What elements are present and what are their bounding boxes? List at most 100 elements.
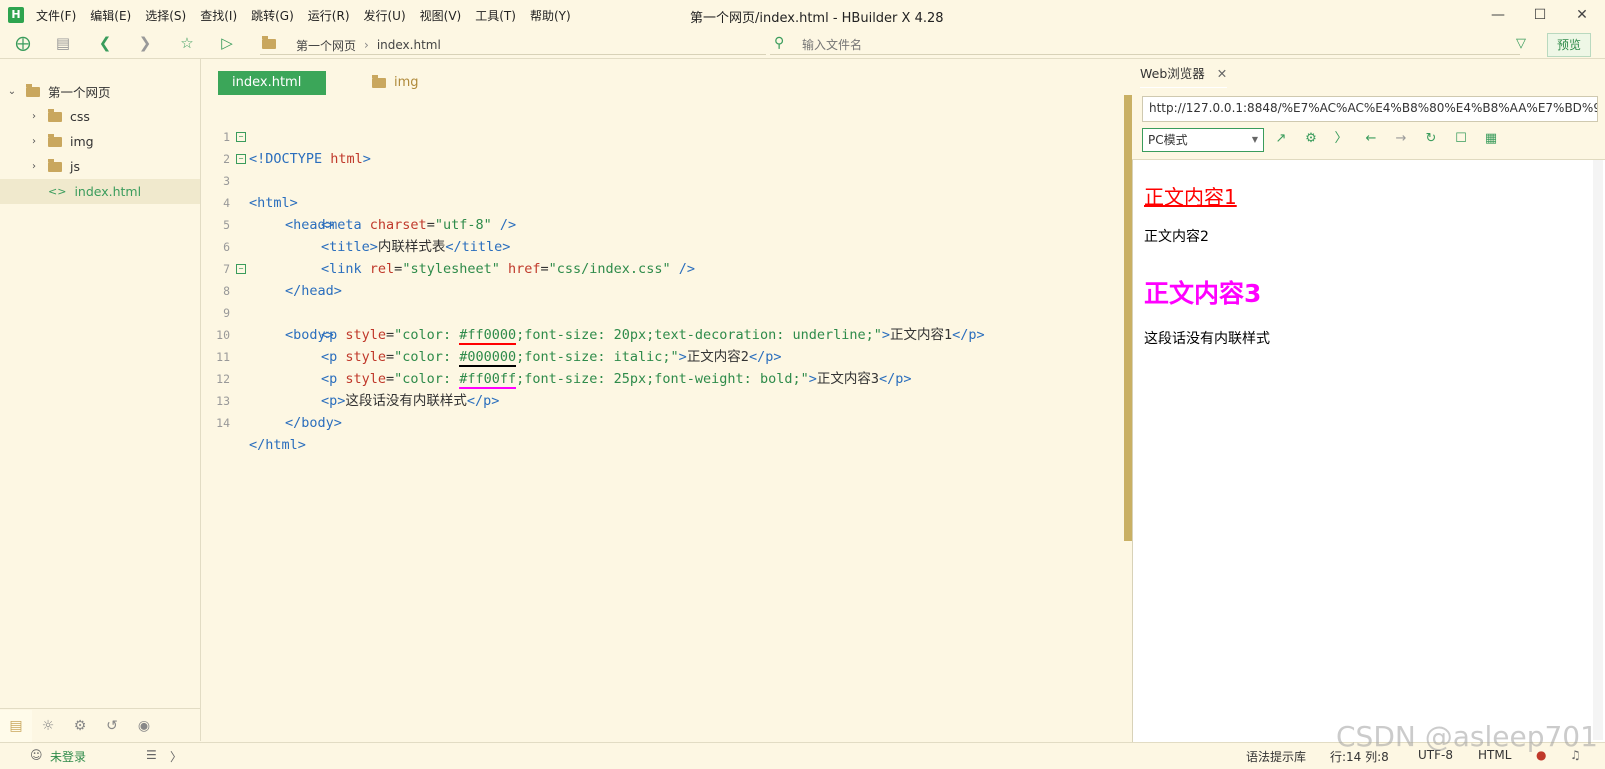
fold-toggle-icon[interactable]: − <box>236 132 246 142</box>
search-icon: ⚲ <box>774 35 785 51</box>
save-icon[interactable]: ▤ <box>54 34 72 52</box>
menu-run[interactable]: 运行(R) <box>308 7 350 24</box>
close-icon[interactable]: ✕ <box>1217 61 1227 87</box>
watermark: CSDN @asleep701 <box>1336 720 1598 753</box>
git-icon[interactable]: ↺ <box>96 710 128 742</box>
sidebar-item-js[interactable]: › js <box>0 154 200 179</box>
menu-publish[interactable]: 发行(U) <box>364 7 406 24</box>
code-line: 12 <p>这段话没有内联样式</p> <box>200 346 1125 409</box>
sidebar-item-label: index.html <box>74 184 142 199</box>
refresh-icon[interactable]: ↻ <box>1422 130 1440 148</box>
window-title: 第一个网页/index.html - HBuilder X 4.28 <box>690 11 944 26</box>
open-external-icon[interactable]: ↗ <box>1272 130 1290 148</box>
run-icon[interactable]: ▷ <box>218 34 236 52</box>
editor-scrollbar[interactable] <box>1124 95 1132 541</box>
chevron-right-icon: › <box>32 161 36 172</box>
close-icon[interactable]: ✕ <box>1570 4 1594 26</box>
chevron-right-icon: › <box>32 111 36 122</box>
binoculars-icon[interactable]: ☼ <box>32 710 64 742</box>
folder-icon <box>48 108 62 122</box>
menu-goto[interactable]: 跳转(G) <box>251 7 294 24</box>
preview-button[interactable]: 预览 <box>1547 33 1591 57</box>
sidebar-item-index-html[interactable]: <> index.html <box>0 179 200 204</box>
device-mode-select[interactable]: PC模式 ▼ <box>1142 128 1264 152</box>
maximize-icon[interactable]: ☐ <box>1528 4 1552 26</box>
project-folder-icon <box>26 83 40 97</box>
browser-tab-label: Web浏览器 <box>1140 66 1205 81</box>
sidebar-bottom-bar: ▤ ☼ ⚙ ↺ ◉ <box>0 708 200 743</box>
menu-help[interactable]: 帮助(Y) <box>530 7 571 24</box>
project-sidebar: ⌄ 第一个网页 › css › img › js <> index.html <box>0 59 201 741</box>
console-icon[interactable]: 〉 <box>1332 130 1350 148</box>
preview-paragraph-2: 正文内容2 <box>1144 229 1209 245</box>
code-line: 2 − <html> <box>200 126 1125 211</box>
settings-icon[interactable]: ⚙ <box>1302 130 1320 148</box>
login-status[interactable]: 未登录 <box>50 748 86 765</box>
code-line: 7 </head> <box>200 236 1125 299</box>
code-line: 1 <!DOCTYPE html> <box>200 104 1125 167</box>
breadcrumb-file[interactable]: index.html <box>377 38 441 52</box>
preview-paragraph-3: 正文内容3 <box>1144 279 1262 308</box>
back-icon[interactable]: ← <box>1362 130 1380 148</box>
code-line: 14 </html> <box>200 390 1125 453</box>
code-line: 11 <p style="color: #ff00ff;font-size: 2… <box>200 324 1125 389</box>
folder-icon <box>48 158 62 172</box>
menu-view[interactable]: 视图(V) <box>420 7 462 24</box>
preview-paragraph-4: 这段话没有内联样式 <box>1144 331 1270 347</box>
menu-edit[interactable]: 编辑(E) <box>90 7 131 24</box>
divider <box>1132 159 1605 160</box>
tree-project[interactable]: ⌄ 第一个网页 <box>0 79 200 104</box>
breadcrumb: 第一个网页 › index.html <box>296 36 441 54</box>
menu-find[interactable]: 查找(I) <box>200 7 237 24</box>
tab-img-label: img <box>394 75 419 90</box>
sidebar-item-css[interactable]: › css <box>0 104 200 129</box>
outline-icon[interactable]: ☰ <box>146 748 157 762</box>
sidebar-item-label: js <box>70 159 80 174</box>
star-icon[interactable]: ☆ <box>178 34 196 52</box>
browser-tab[interactable]: Web浏览器 ✕ <box>1140 61 1228 88</box>
folder-icon <box>48 133 62 147</box>
qrcode-icon[interactable]: ▦ <box>1482 130 1500 148</box>
url-input[interactable] <box>1143 97 1597 119</box>
code-token: </body> <box>285 415 342 431</box>
line-number: 14 <box>216 416 230 430</box>
sidebar-item-img[interactable]: › img <box>0 129 200 154</box>
forward-icon[interactable]: → <box>1392 130 1410 148</box>
forward-icon[interactable]: ❯ <box>136 34 154 52</box>
new-file-icon[interactable]: ⨁ <box>14 34 32 52</box>
minimize-icon[interactable]: — <box>1486 4 1510 26</box>
tab-index-html[interactable]: index.html <box>218 71 326 95</box>
menu-select[interactable]: 选择(S) <box>145 7 186 24</box>
filter-icon[interactable]: ▽ <box>1516 36 1526 51</box>
device-mode-value: PC模式 <box>1148 133 1188 147</box>
debug-icon[interactable]: ⚙ <box>64 710 96 742</box>
code-line: 13 </body> <box>200 368 1125 431</box>
menu-file[interactable]: 文件(F) <box>36 7 76 24</box>
code-line: 6 <link rel="stylesheet" href="css/index… <box>200 214 1125 277</box>
code-file-icon: <> <box>48 185 67 198</box>
browser-scrollbar[interactable] <box>1593 160 1603 740</box>
project-manager-icon[interactable]: ▤ <box>0 710 32 742</box>
code-line: 3 − <head> <box>200 148 1125 233</box>
url-bar <box>1142 96 1598 122</box>
caret-down-icon: ▼ <box>1251 135 1258 144</box>
breadcrumb-project[interactable]: 第一个网页 <box>296 37 356 54</box>
code-line: 5 <title>内联样式表</title> <box>200 192 1125 255</box>
divider <box>260 54 766 55</box>
folder-icon <box>262 36 284 52</box>
file-search-input[interactable] <box>800 34 1484 56</box>
fold-toggle-icon[interactable]: − <box>236 264 246 274</box>
user-icon: ☺ <box>30 748 43 762</box>
preview-paragraph-1: 正文内容1 <box>1144 185 1237 209</box>
file-search: ⚲ <box>770 34 1520 56</box>
lock-icon[interactable]: ☐ <box>1452 130 1470 148</box>
chevron-right-icon: › <box>364 38 369 52</box>
project-label: 第一个网页 <box>48 85 111 100</box>
terminal-icon[interactable]: 〉 <box>170 748 182 765</box>
plugin-icon[interactable]: ◉ <box>128 710 160 742</box>
menu-tools[interactable]: 工具(T) <box>475 7 516 24</box>
fold-toggle-icon[interactable]: − <box>236 154 246 164</box>
syntax-library[interactable]: 语法提示库 <box>1246 748 1306 765</box>
tab-img[interactable]: img <box>372 71 419 95</box>
back-icon[interactable]: ❮ <box>96 34 114 52</box>
